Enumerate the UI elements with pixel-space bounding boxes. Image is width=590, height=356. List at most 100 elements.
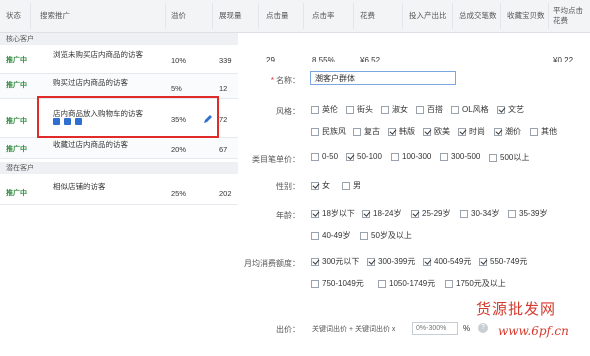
watermark-url: www.6pf.cn — [498, 324, 569, 338]
age-option[interactable]: 18岁以下 — [311, 208, 355, 219]
spend-option[interactable]: 1050-1749元 — [378, 278, 435, 289]
spend-option[interactable]: 550-749元 — [479, 256, 527, 267]
option-label: 300元以下 — [322, 257, 360, 266]
age-option[interactable]: 50岁及以上 — [360, 230, 412, 241]
bid-unit: % — [463, 324, 471, 333]
price-option[interactable]: 500以上 — [489, 152, 529, 163]
checkbox[interactable] — [458, 127, 466, 136]
checkbox[interactable] — [346, 152, 354, 161]
edit-icon[interactable] — [203, 114, 213, 124]
style-option[interactable]: 百搭 — [416, 104, 443, 115]
option-label: 女 — [322, 181, 330, 190]
option-label: 1050-1749元 — [389, 279, 436, 288]
table-header: 状态 搜索推广 溢价 展现量 点击量 点击率 花费 投入产出比 总成交笔数 收藏… — [0, 0, 590, 33]
style-option[interactable]: 民族风 — [311, 126, 346, 137]
row-name: 浏览未购买店内商品的访客 — [53, 50, 143, 59]
col-search: 搜索推广 — [40, 11, 70, 20]
style-option[interactable]: 淑女 — [381, 104, 408, 115]
checkbox[interactable] — [311, 279, 319, 288]
option-label: 750-1049元 — [322, 279, 364, 288]
option-label: 550-749元 — [490, 257, 528, 266]
checkbox[interactable] — [311, 181, 319, 190]
checkbox[interactable] — [497, 105, 505, 114]
col-avg-cost: 平均点击花费 — [553, 6, 583, 25]
checkbox[interactable] — [508, 209, 516, 218]
checkbox[interactable] — [411, 209, 419, 218]
checkbox[interactable] — [311, 257, 319, 266]
age-option[interactable]: 40-49岁 — [311, 230, 350, 241]
checkbox[interactable] — [311, 209, 319, 218]
highlight-box — [37, 96, 219, 138]
checkbox[interactable] — [451, 105, 459, 114]
style-option[interactable]: 时尚 — [458, 126, 485, 137]
checkbox[interactable] — [381, 105, 389, 114]
style-option[interactable]: 其他 — [530, 126, 557, 137]
checkbox[interactable] — [367, 257, 375, 266]
checkbox[interactable] — [360, 231, 368, 240]
table-empty-area — [0, 205, 238, 356]
checkbox[interactable] — [311, 127, 319, 136]
checkbox[interactable] — [460, 209, 468, 218]
col-shown: 展现量 — [219, 11, 242, 20]
style-option[interactable]: 潮价 — [494, 126, 521, 137]
style-option[interactable]: 欧美 — [423, 126, 450, 137]
price-option[interactable]: 300-500 — [440, 152, 480, 161]
option-label: 文艺 — [508, 105, 524, 114]
style-option[interactable]: OL风格 — [451, 104, 489, 115]
checkbox[interactable] — [423, 127, 431, 136]
checkbox[interactable] — [479, 257, 487, 266]
spend-option[interactable]: 300-399元 — [367, 256, 415, 267]
style-option[interactable]: 英伦 — [311, 104, 338, 115]
checkbox[interactable] — [353, 127, 361, 136]
checkbox[interactable] — [416, 105, 424, 114]
checkbox[interactable] — [391, 152, 399, 161]
checkbox[interactable] — [311, 231, 319, 240]
age-option[interactable]: 35-39岁 — [508, 208, 547, 219]
row-bid: 10% — [171, 56, 187, 65]
checkbox[interactable] — [311, 105, 319, 114]
option-label: 40-49岁 — [322, 231, 351, 240]
spend-option[interactable]: 750-1049元 — [311, 278, 364, 289]
checkbox[interactable] — [378, 279, 386, 288]
checkbox[interactable] — [388, 127, 396, 136]
price-label: 类目笔单价： — [252, 155, 300, 164]
checkbox[interactable] — [311, 152, 319, 161]
checkbox[interactable] — [445, 279, 453, 288]
bid-label: 出价： — [276, 325, 300, 334]
table-row[interactable]: 推广中 相似店铺的访客 25% 202 — [0, 176, 238, 205]
price-option[interactable]: 0-50 — [311, 152, 338, 161]
option-label: 50岁及以上 — [371, 231, 412, 240]
checkbox[interactable] — [530, 127, 538, 136]
name-input[interactable] — [310, 71, 456, 85]
checkbox[interactable] — [423, 257, 431, 266]
style-option[interactable]: 街头 — [346, 104, 373, 115]
col-ctr: 点击率 — [312, 11, 335, 20]
table-row[interactable]: 推广中 收藏过店内商品的访客 20% 67 — [0, 138, 238, 159]
spend-option[interactable]: 400-549元 — [423, 256, 471, 267]
gender-option[interactable]: 男 — [342, 180, 361, 191]
option-label: 25-29岁 — [422, 209, 451, 218]
age-option[interactable]: 25-29岁 — [411, 208, 450, 219]
spend-option[interactable]: 1750元及以上 — [445, 278, 506, 289]
checkbox[interactable] — [362, 209, 370, 218]
age-option[interactable]: 18-24岁 — [362, 208, 401, 219]
spend-option[interactable]: 300元以下 — [311, 256, 359, 267]
style-option[interactable]: 复古 — [353, 126, 380, 137]
option-label: 街头 — [357, 105, 373, 114]
checkbox[interactable] — [489, 153, 497, 162]
checkbox[interactable] — [440, 152, 448, 161]
checkbox[interactable] — [342, 181, 350, 190]
bid-percent-input[interactable] — [412, 322, 458, 335]
help-icon[interactable]: ? — [478, 323, 488, 333]
age-option[interactable]: 30-34岁 — [460, 208, 499, 219]
style-option[interactable]: 文艺 — [497, 104, 524, 115]
style-label: 风格： — [276, 107, 300, 116]
option-label: 潮价 — [505, 127, 521, 136]
checkbox[interactable] — [494, 127, 502, 136]
price-option[interactable]: 50-100 — [346, 152, 382, 161]
gender-option[interactable]: 女 — [311, 180, 330, 191]
price-option[interactable]: 100-300 — [391, 152, 431, 161]
checkbox[interactable] — [346, 105, 354, 114]
style-option[interactable]: 韩版 — [388, 126, 415, 137]
status-badge: 推广中 — [6, 146, 27, 153]
